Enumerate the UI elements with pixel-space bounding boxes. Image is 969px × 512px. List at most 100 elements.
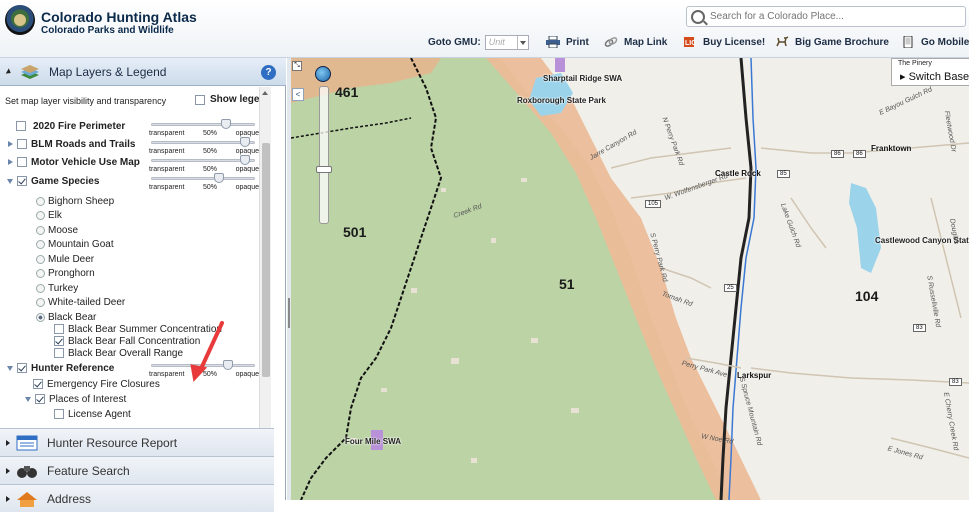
- slider-thumb[interactable]: [214, 173, 225, 183]
- layer-label: Hunter Reference: [31, 362, 115, 374]
- annotation-arrow: [190, 321, 224, 382]
- slider-label-mid: 50%: [203, 184, 218, 191]
- fullscreen-icon[interactable]: ⤡: [292, 61, 302, 71]
- report-icon: [16, 435, 38, 450]
- print-button[interactable]: Print: [546, 32, 589, 52]
- species-label: Moose: [48, 224, 79, 236]
- place-search[interactable]: [686, 6, 966, 27]
- layer-checkbox[interactable]: [17, 363, 27, 373]
- layer-checkbox[interactable]: [16, 121, 26, 131]
- go-mobile-button[interactable]: Go Mobile: [901, 32, 969, 52]
- address-section[interactable]: Address: [0, 484, 274, 512]
- slider-label-transparent: transparent: [149, 130, 185, 137]
- layers-icon: [21, 64, 39, 79]
- feature-search-section[interactable]: Feature Search: [0, 456, 274, 484]
- app-title: Colorado Hunting Atlas: [41, 9, 197, 25]
- place-search-input[interactable]: [710, 11, 940, 22]
- expand-icon[interactable]: [8, 141, 13, 147]
- scroll-up-icon[interactable]: [262, 91, 268, 95]
- fourmile-swa-label: Four Mile SWA: [345, 437, 401, 446]
- layer-label: Motor Vehicle Use Map: [31, 156, 140, 168]
- species-mountain-goat[interactable]: Mountain Goat: [36, 236, 114, 252]
- layer-hunter-reference[interactable]: Hunter Reference: [7, 360, 114, 376]
- collapse-icon[interactable]: [7, 365, 13, 371]
- layer-emergency-closures[interactable]: Emergency Fire Closures: [33, 376, 160, 392]
- layer-blm-roads[interactable]: BLM Roads and Trails: [8, 136, 135, 152]
- layer-label: Places of Interest: [49, 393, 127, 405]
- layer-label: BLM Roads and Trails: [31, 138, 136, 150]
- map-view[interactable]: ⤡ < The Pinery ▸ Switch Basemap 461 501 …: [291, 58, 969, 500]
- goto-gmu-label: Goto GMU:: [428, 36, 481, 48]
- sharptail-swa: [555, 58, 565, 72]
- species-elk[interactable]: Elk: [36, 207, 62, 223]
- layer-checkbox[interactable]: [54, 348, 64, 358]
- layer-checkbox[interactable]: [33, 379, 43, 389]
- species-label: Pronghorn: [48, 267, 95, 279]
- layers-panel-header[interactable]: Map Layers & Legend ?: [0, 58, 286, 86]
- species-radio[interactable]: [36, 225, 45, 235]
- species-pronghorn[interactable]: Pronghorn: [36, 265, 95, 281]
- app-header: Colorado Hunting Atlas Colorado Parks an…: [0, 0, 969, 58]
- buy-license-label: Buy License!: [703, 36, 766, 48]
- help-icon[interactable]: ?: [261, 65, 276, 80]
- species-radio[interactable]: [36, 196, 45, 206]
- zoom-slider[interactable]: [315, 66, 332, 226]
- show-legend-checkbox[interactable]: [195, 94, 205, 105]
- switch-basemap-button[interactable]: The Pinery ▸ Switch Basemap: [891, 58, 969, 86]
- slider-label-opaque: opaque: [235, 166, 259, 173]
- cpw-logo: [5, 5, 35, 35]
- slider-thumb[interactable]: [240, 137, 251, 147]
- slider-label-transparent: transparent: [149, 166, 185, 173]
- scroll-thumb[interactable]: [262, 143, 270, 377]
- species-radio-selected[interactable]: [36, 312, 45, 322]
- search-icon: [691, 9, 705, 24]
- highway-shield: 105: [645, 200, 662, 208]
- layer-checkbox[interactable]: [17, 157, 27, 167]
- species-label: Bighorn Sheep: [48, 195, 115, 207]
- opacity-slider[interactable]: transparent 50% opaque: [149, 173, 259, 195]
- layer-license-agent[interactable]: License Agent: [54, 406, 131, 422]
- buy-license-button[interactable]: LIC Buy License!: [683, 32, 765, 52]
- species-radio[interactable]: [36, 268, 45, 278]
- slider-thumb[interactable]: [221, 119, 231, 129]
- species-label: Turkey: [48, 282, 79, 294]
- species-radio[interactable]: [36, 297, 45, 307]
- highway-shield: 25: [724, 284, 737, 292]
- gmu-104-label: 104: [855, 288, 879, 304]
- feature-search-label: Feature Search: [47, 463, 130, 478]
- map-link-button[interactable]: Map Link: [604, 32, 667, 52]
- species-radio[interactable]: [36, 283, 45, 293]
- species-label: White-tailed Deer: [48, 296, 126, 308]
- layer-list-scrollbar[interactable]: [259, 87, 271, 451]
- collapse-icon[interactable]: [7, 178, 13, 184]
- gmu-select-value: Unit: [488, 37, 505, 47]
- species-radio[interactable]: [36, 254, 45, 264]
- zoom-track[interactable]: [319, 86, 329, 224]
- expand-icon[interactable]: [8, 159, 13, 165]
- layer-motor-vehicle[interactable]: Motor Vehicle Use Map: [8, 154, 140, 170]
- species-white-tailed-deer[interactable]: White-tailed Deer: [36, 294, 125, 310]
- hunter-resource-report-section[interactable]: Hunter Resource Report: [0, 428, 274, 456]
- slider-label-opaque: opaque: [235, 184, 259, 191]
- gmu-select[interactable]: Unit: [484, 34, 529, 50]
- map-canvas: [291, 58, 969, 500]
- slider-label-transparent: transparent: [149, 184, 185, 191]
- bear-overall-range[interactable]: Black Bear Overall Range: [54, 345, 183, 361]
- zoom-handle[interactable]: [316, 166, 332, 173]
- big-game-brochure-button[interactable]: Big Game Brochure: [775, 32, 889, 52]
- species-label: Mule Deer: [48, 253, 95, 265]
- layer-game-species[interactable]: Game Species: [7, 173, 99, 189]
- layer-checkbox[interactable]: [17, 139, 27, 149]
- globe-icon[interactable]: [315, 66, 331, 82]
- slider-thumb[interactable]: [240, 155, 251, 165]
- layer-checkbox[interactable]: [54, 409, 64, 419]
- species-radio[interactable]: [36, 210, 45, 220]
- layer-checkbox[interactable]: [35, 394, 45, 404]
- layer-fire-perimeter[interactable]: 2020 Fire Perimeter: [16, 118, 125, 134]
- layer-checkbox[interactable]: [17, 176, 27, 186]
- layer-places-of-interest[interactable]: Places of Interest: [25, 391, 126, 407]
- gmu-501-label: 501: [343, 224, 367, 240]
- species-radio[interactable]: [36, 239, 45, 249]
- collapse-panel-button[interactable]: <: [292, 88, 304, 101]
- collapse-icon[interactable]: [25, 396, 31, 402]
